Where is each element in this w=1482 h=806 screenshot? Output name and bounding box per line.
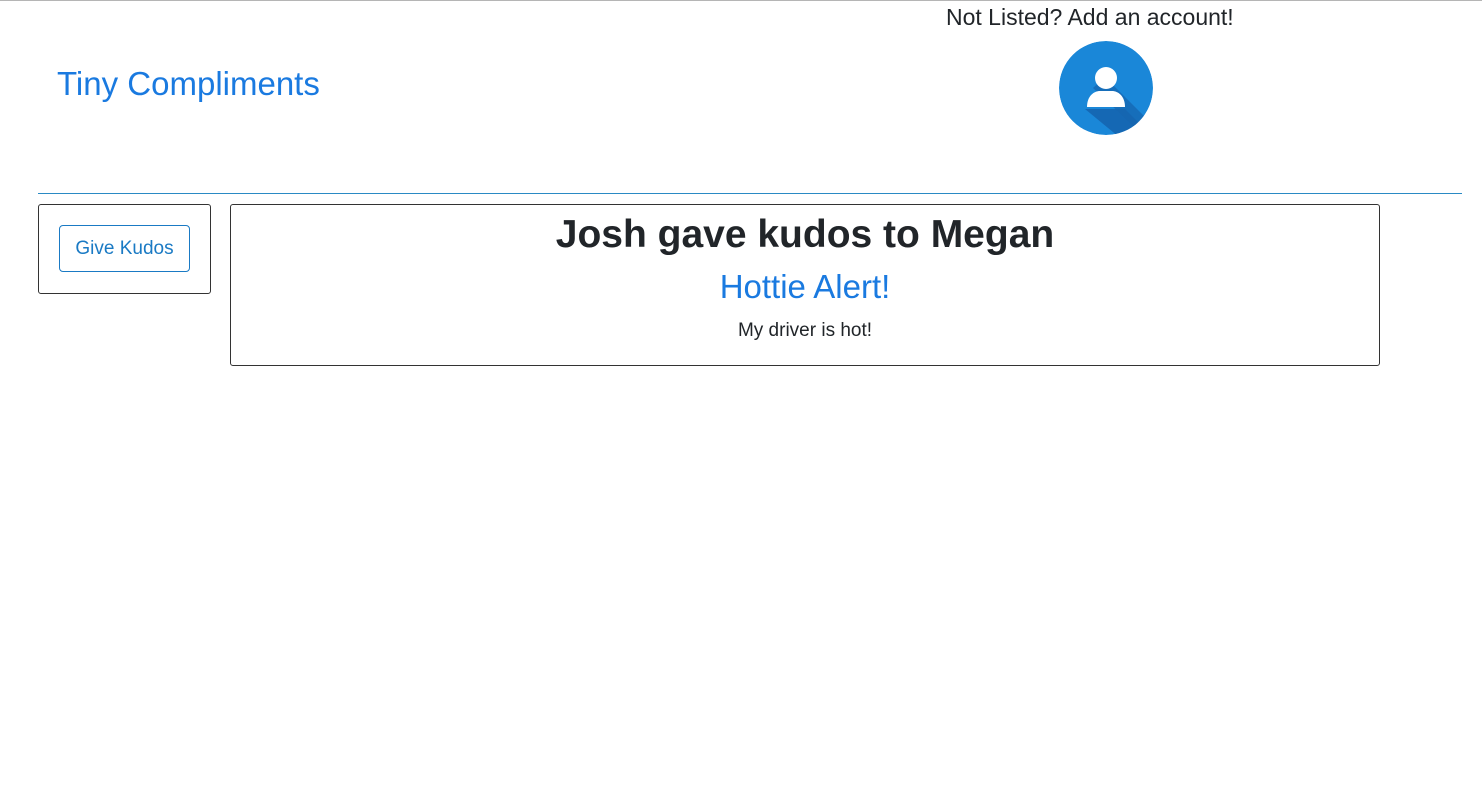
user-avatar-icon[interactable] xyxy=(1059,41,1153,135)
top-border xyxy=(0,0,1482,1)
add-account-prompt: Not Listed? Add an account! xyxy=(946,4,1234,30)
give-kudos-button[interactable]: Give Kudos xyxy=(59,225,190,272)
kudos-message: My driver is hot! xyxy=(737,320,873,341)
sidebar-panel: Give Kudos xyxy=(38,204,211,294)
brand-title[interactable]: Tiny Compliments xyxy=(57,62,320,106)
kudos-card: Josh gave kudos to Megan Hottie Alert! M… xyxy=(230,204,1380,366)
kudos-title: Hottie Alert! xyxy=(719,268,891,305)
kudos-heading: Josh gave kudos to Megan xyxy=(555,213,1055,256)
header-divider xyxy=(38,193,1462,194)
